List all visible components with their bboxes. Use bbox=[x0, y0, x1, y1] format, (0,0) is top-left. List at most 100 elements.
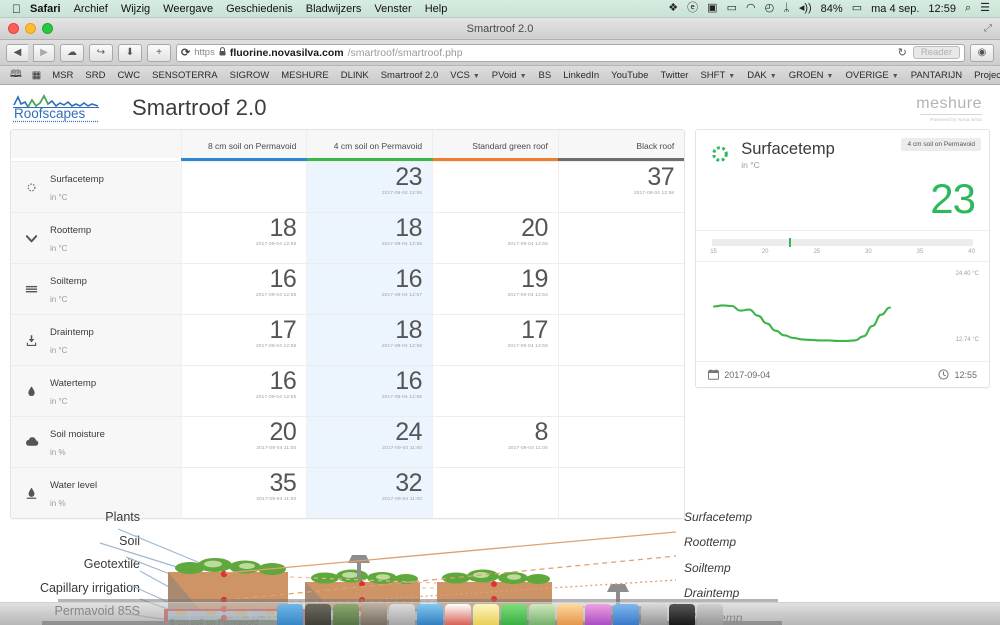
table-row[interactable]: Roottemp in °C 18 2017-09-04 12:59 18 2017… bbox=[11, 212, 685, 264]
table-row[interactable]: Draintemp in °C 17 2017-09-04 12:59 18 201… bbox=[11, 314, 685, 366]
cell-soiltemp-4cm[interactable]: 16 2017-09-04 12:57 bbox=[306, 263, 433, 315]
menu-item-wijzig[interactable]: Wijzig bbox=[121, 3, 150, 15]
table-row[interactable]: Watertemp in °C 16 2017-09-04 12:55 16 201… bbox=[11, 365, 685, 417]
detail-sparkline-chart[interactable]: 24.40 °C 12.74 °C bbox=[696, 261, 989, 361]
dock-icon-photo-3[interactable] bbox=[361, 604, 387, 625]
share-button[interactable]: ↪ bbox=[89, 43, 113, 62]
cell-soiltemp-8cm[interactable]: 16 2017-09-04 12:58 bbox=[180, 263, 307, 315]
dock-icon-calendar[interactable] bbox=[445, 604, 471, 625]
bookmark-project-smartroof[interactable]: Project SmartRoof 2.0 bbox=[968, 70, 1000, 81]
dock-icon-preferences[interactable] bbox=[641, 604, 667, 625]
bookmark-dlink[interactable]: DLINK bbox=[335, 70, 375, 81]
dock-icon-itunes[interactable] bbox=[585, 604, 611, 625]
row-label-soil-moisture[interactable]: Soil moisture in % bbox=[11, 416, 181, 468]
cell-soilmoisture-black[interactable] bbox=[557, 416, 685, 468]
row-label-surfacetemp[interactable]: Surfacetemp in °C bbox=[11, 161, 181, 213]
bookmark-vcs[interactable]: VCS ▼ bbox=[444, 70, 485, 81]
apple-logo-icon[interactable]:  bbox=[12, 3, 21, 15]
roofscapes-logo[interactable]: Roofscapes bbox=[12, 91, 104, 125]
row-label-draintemp[interactable]: Draintemp in °C bbox=[11, 314, 181, 366]
bookmark-pvoid[interactable]: PVoid ▼ bbox=[486, 70, 533, 81]
cell-soilmoisture-4cm[interactable]: 24 2017-09-04 11:00 bbox=[306, 416, 433, 468]
bookmark-dak[interactable]: DAK ▼ bbox=[741, 70, 782, 81]
wifi-icon[interactable]: ◠ bbox=[746, 3, 756, 14]
cell-soiltemp-black[interactable] bbox=[557, 263, 685, 315]
back-button[interactable]: ◀ bbox=[6, 43, 28, 62]
cell-surfacetemp-black[interactable]: 37 2017-09-04 12:58 bbox=[557, 161, 685, 213]
menu-item-archief[interactable]: Archief bbox=[74, 3, 108, 15]
column-header-4cm[interactable]: 4 cm soil on Permavoid bbox=[306, 130, 433, 158]
new-tab-button[interactable]: + bbox=[147, 43, 171, 62]
bookmark-groen[interactable]: GROEN ▼ bbox=[783, 70, 840, 81]
cell-draintemp-black[interactable] bbox=[557, 314, 685, 366]
dock-icon-notes[interactable] bbox=[473, 604, 499, 625]
cell-draintemp-8cm[interactable]: 17 2017-09-04 12:59 bbox=[180, 314, 307, 366]
bookmark-bs[interactable]: BS bbox=[533, 70, 558, 81]
cell-surfacetemp-standard[interactable] bbox=[432, 161, 559, 213]
gauge-track[interactable] bbox=[712, 238, 973, 247]
column-header-black-roof[interactable]: Black roof bbox=[557, 130, 685, 158]
dock-icon-trash[interactable] bbox=[697, 604, 723, 625]
evernote-icon[interactable]: ⓔ bbox=[687, 3, 698, 14]
bookmark-youtube[interactable]: YouTube bbox=[605, 70, 654, 81]
row-label-watertemp[interactable]: Watertemp in °C bbox=[11, 365, 181, 417]
bookmark-twitter[interactable]: Twitter bbox=[654, 70, 694, 81]
fullscreen-icon[interactable]: ⤢ bbox=[984, 23, 1000, 34]
time-machine-icon[interactable]: ◴ bbox=[765, 3, 775, 14]
column-header-8cm[interactable]: 8 cm soil on Permavoid bbox=[180, 130, 307, 158]
menubar-clock[interactable]: 12:59 bbox=[928, 3, 956, 15]
battery-percentage[interactable]: 84% bbox=[821, 3, 843, 15]
bookmark-smartroof[interactable]: Smartroof 2.0 bbox=[375, 70, 445, 81]
sidebar-toggle-button[interactable]: ◉ bbox=[970, 43, 994, 62]
table-row[interactable]: Soil moisture in % 20 2017-09-04 11:00 24… bbox=[11, 416, 685, 468]
cell-roottemp-8cm[interactable]: 18 2017-09-04 12:59 bbox=[180, 212, 307, 264]
cell-surfacetemp-4cm[interactable]: 23 2017-09-04 12:55 bbox=[306, 161, 433, 213]
table-row[interactable]: Surfacetemp in °C 23 2017-09-04 12:55 37 2… bbox=[11, 161, 685, 213]
dock-icon-photo-1[interactable] bbox=[305, 604, 331, 625]
cell-roottemp-4cm[interactable]: 18 2017-09-04 12:59 bbox=[306, 212, 433, 264]
menu-item-safari[interactable]: Safari bbox=[30, 3, 61, 15]
spotlight-search-icon[interactable]: ⌕ bbox=[965, 3, 971, 14]
row-label-soiltemp[interactable]: Soiltemp in °C bbox=[11, 263, 181, 315]
cell-watertemp-standard[interactable] bbox=[432, 365, 559, 417]
dock-icon-messages[interactable] bbox=[501, 604, 527, 625]
notification-center-icon[interactable]: ☰ bbox=[980, 3, 990, 14]
menu-item-help[interactable]: Help bbox=[425, 3, 448, 15]
cell-watertemp-4cm[interactable]: 16 2017-09-04 12:55 bbox=[306, 365, 433, 417]
battery-icon[interactable]: ▭ bbox=[852, 3, 862, 14]
dock-icon-photo-2[interactable] bbox=[333, 604, 359, 625]
dock-icon-finder[interactable] bbox=[277, 604, 303, 625]
bookmark-shft[interactable]: SHFT ▼ bbox=[694, 70, 741, 81]
top-sites-icon[interactable]: ▦ bbox=[27, 70, 46, 81]
dropbox-icon[interactable]: ❖ bbox=[668, 3, 678, 14]
dock-icon-safari[interactable] bbox=[417, 604, 443, 625]
cell-watertemp-black[interactable] bbox=[557, 365, 685, 417]
icloud-tabs-button[interactable]: ☁ bbox=[60, 43, 84, 62]
menubar-date[interactable]: ma 4 sep. bbox=[871, 3, 919, 15]
bookmark-overige[interactable]: OVERIGE ▼ bbox=[839, 70, 904, 81]
menu-item-venster[interactable]: Venster bbox=[374, 3, 411, 15]
bookmark-srd[interactable]: SRD bbox=[79, 70, 111, 81]
reload-page-icon[interactable]: ↻ bbox=[898, 46, 907, 59]
dock-icon-photos[interactable] bbox=[557, 604, 583, 625]
cell-soilmoisture-8cm[interactable]: 20 2017-09-04 11:00 bbox=[180, 416, 307, 468]
cell-roottemp-standard[interactable]: 20 2017-09-04 12:55 bbox=[432, 212, 559, 264]
cell-soiltemp-standard[interactable]: 19 2017-09-04 12:54 bbox=[432, 263, 559, 315]
bluetooth-icon[interactable]: ᛦ bbox=[783, 3, 790, 14]
bookmark-linkedin[interactable]: LinkedIn bbox=[557, 70, 605, 81]
dock-icon-maps[interactable] bbox=[529, 604, 555, 625]
dock-icon-appstore[interactable] bbox=[613, 604, 639, 625]
bookmark-sensoterra[interactable]: SENSOTERRA bbox=[146, 70, 223, 81]
reading-list-icon[interactable]: 🕮 bbox=[5, 67, 27, 84]
cell-draintemp-4cm[interactable]: 18 2017-09-04 12:58 bbox=[306, 314, 433, 366]
macos-dock[interactable] bbox=[0, 602, 1000, 625]
bookmark-cwc[interactable]: CWC bbox=[111, 70, 146, 81]
dock-icon-mail[interactable] bbox=[389, 604, 415, 625]
menu-item-geschiedenis[interactable]: Geschiedenis bbox=[226, 3, 293, 15]
cell-watertemp-8cm[interactable]: 16 2017-09-04 12:55 bbox=[180, 365, 307, 417]
menu-item-weergave[interactable]: Weergave bbox=[163, 3, 213, 15]
bookmark-meshure[interactable]: MESHURE bbox=[275, 70, 335, 81]
column-header-standard-green[interactable]: Standard green roof bbox=[432, 130, 559, 158]
cell-draintemp-standard[interactable]: 17 2017-09-04 12:55 bbox=[432, 314, 559, 366]
address-bar[interactable]: ⟳ https fluorine.novasilva.com /smartroo… bbox=[176, 43, 965, 62]
